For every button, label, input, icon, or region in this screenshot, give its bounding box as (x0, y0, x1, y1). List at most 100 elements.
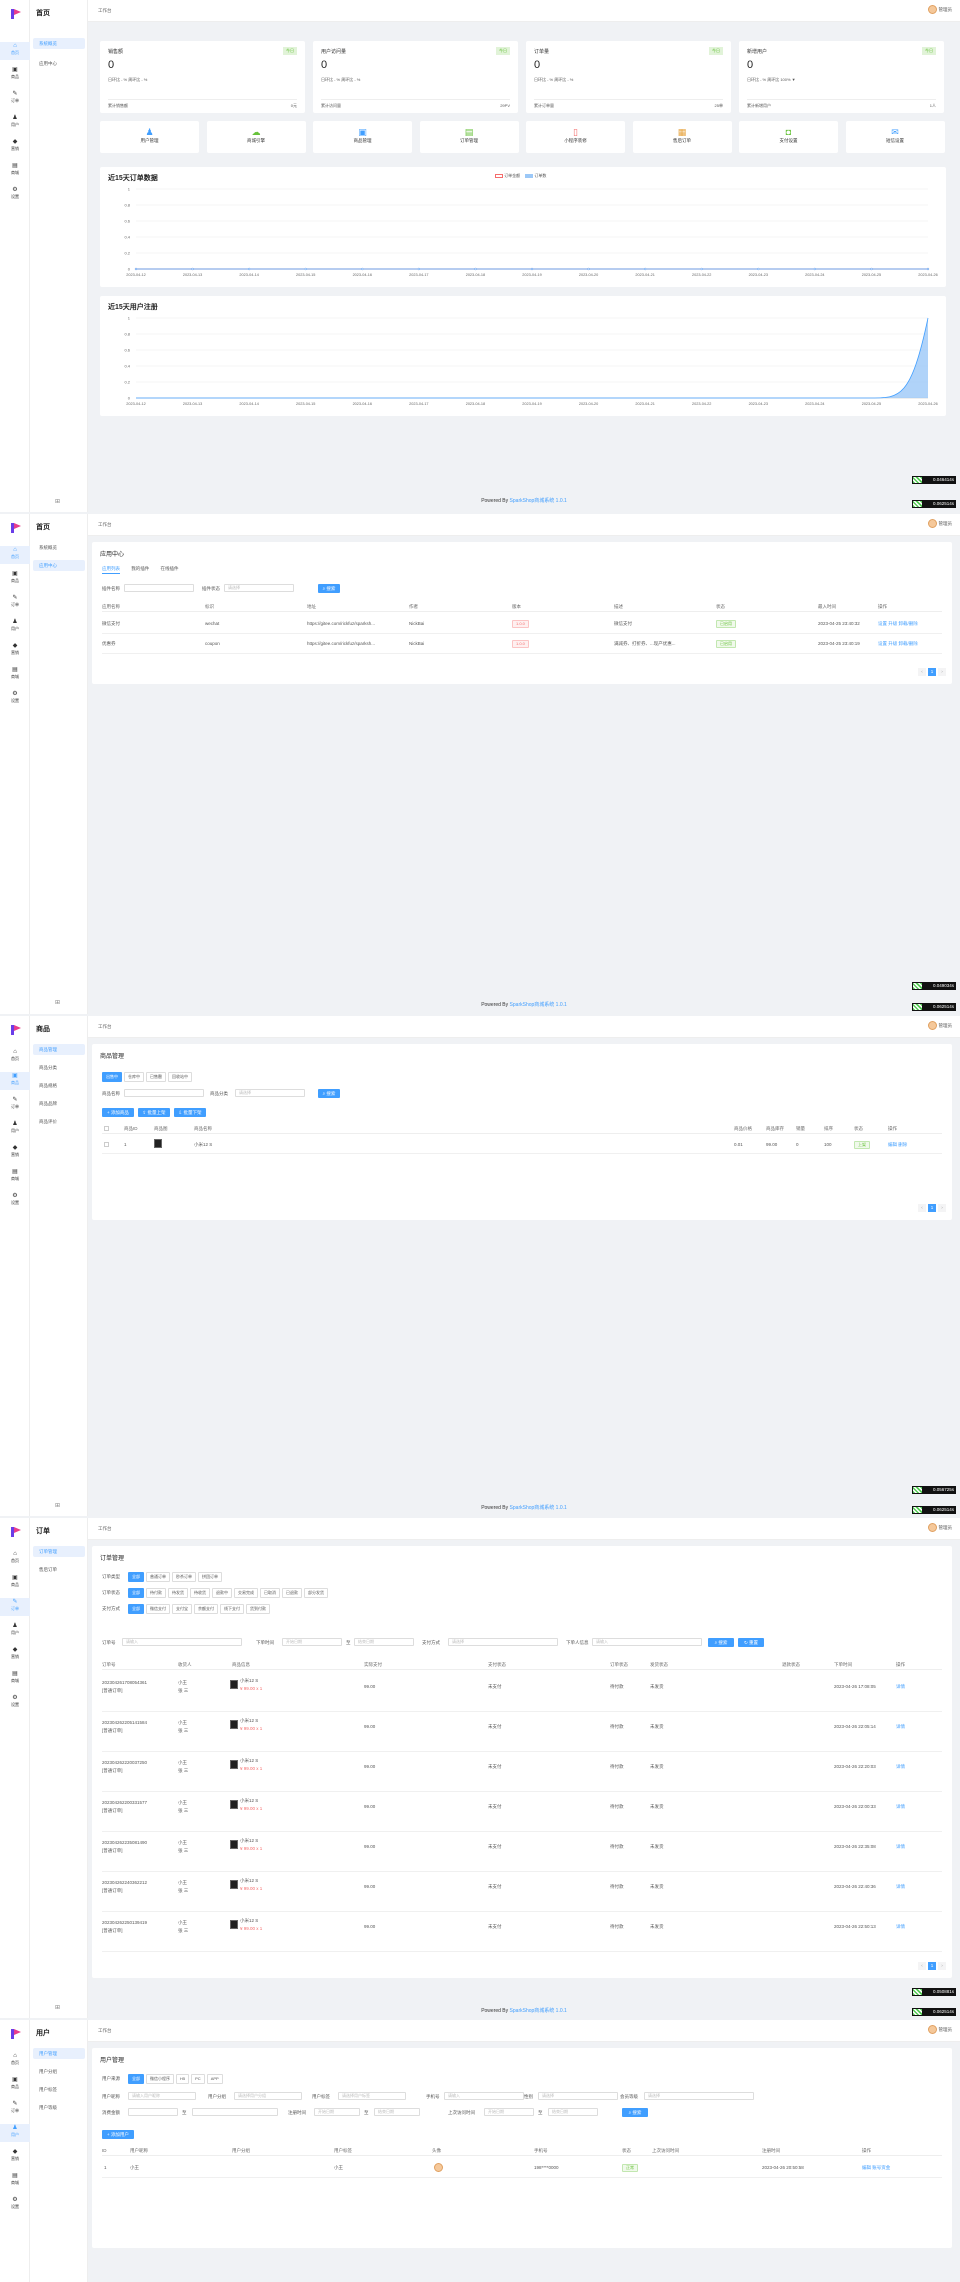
search-button[interactable]: ⌕ 搜索 (318, 584, 340, 593)
tab-my-plugins[interactable]: 我的插件 (131, 566, 149, 573)
sub-item-apps[interactable]: 应用中心 (33, 560, 85, 571)
reg-end-input[interactable]: 结束日期 (374, 2108, 420, 2116)
filter-chip[interactable]: 已取消 (260, 1588, 280, 1598)
nav-home[interactable]: ⌂ 首页 (0, 546, 30, 564)
search-button[interactable]: ⌕ 搜索 (708, 1638, 734, 1647)
sub-item-spec[interactable]: 商品规格 (33, 1080, 85, 1091)
filter-chip[interactable]: 回收站中 (168, 1072, 192, 1082)
order-detail-link[interactable]: 详情 (896, 1924, 905, 1930)
footer-link[interactable]: SparkShop商城系统 1.0.1 (510, 1002, 567, 1008)
add-user-button[interactable]: + 添加用户 (102, 2130, 134, 2139)
nav-home[interactable]: ⌂ 首页 (0, 42, 30, 60)
nav-shop[interactable]: ▤ 商城 (0, 666, 30, 684)
filter-chip[interactable]: 出售中 (102, 1072, 122, 1082)
row-checkbox[interactable] (104, 1142, 109, 1147)
admin-menu[interactable]: 管理员 (927, 519, 952, 528)
pay-method-select[interactable]: 请选择 (448, 1638, 558, 1646)
sub-item-review[interactable]: 商品评价 (33, 1116, 85, 1127)
filter-chip[interactable]: 秒杀订单 (172, 1572, 196, 1582)
filter-chip[interactable]: 货到付款 (246, 1604, 270, 1614)
row-actions[interactable]: 设置 升级 卸载/删除 (878, 621, 918, 627)
nickname-input[interactable]: 请输入用户昵称 (128, 2092, 196, 2100)
filter-chip[interactable]: 全部 (128, 1604, 144, 1614)
nav-goods[interactable]: ▣ 商品 (0, 66, 30, 84)
sub-item-category[interactable]: 商品分类 (33, 1062, 85, 1073)
prev-page-button[interactable]: ‹ (918, 668, 926, 676)
tab-app-list[interactable]: 应用列表 (102, 566, 120, 574)
filter-chip[interactable]: 全部 (128, 2074, 144, 2084)
quick-action-3[interactable]: ▤ 订单管理 (419, 121, 519, 153)
collapse-icon[interactable]: ⊞ (55, 999, 60, 1006)
page-button[interactable]: 1 (928, 1962, 936, 1970)
nav-users[interactable]: ♟ 用户 (0, 2124, 30, 2142)
nav-shop[interactable]: ▤ 商城 (0, 1168, 30, 1186)
end-date-input[interactable]: 结束日期 (354, 1638, 414, 1646)
nav-marketing[interactable]: ◆ 营销 (0, 138, 30, 156)
nav-home[interactable]: ⌂ 首页 (0, 2052, 30, 2070)
start-date-input[interactable]: 开始日期 (282, 1638, 342, 1646)
spend-min-input[interactable] (128, 2108, 178, 2116)
next-page-button[interactable]: › (938, 1962, 946, 1970)
nav-orders[interactable]: ✎ 订单 (0, 2100, 30, 2118)
nav-settings[interactable]: ⚙ 设置 (0, 2196, 30, 2214)
footer-link[interactable]: SparkShop商城系统 1.0.1 (510, 2008, 567, 2014)
order-detail-link[interactable]: 详情 (896, 1684, 905, 1690)
level-select[interactable]: 请选择 (644, 2092, 754, 2100)
filter-chip[interactable]: 拼团订单 (198, 1572, 222, 1582)
footer-link[interactable]: SparkShop商城系统 1.0.1 (510, 498, 567, 504)
page-button[interactable]: 1 (928, 1204, 936, 1212)
filter-chip[interactable]: 待付款 (146, 1588, 166, 1598)
filter-chip[interactable]: 微信小程序 (146, 2074, 174, 2084)
collapse-icon[interactable]: ⊞ (55, 498, 60, 505)
row-actions[interactable]: 编辑 账号资金 (862, 2165, 890, 2171)
nav-orders[interactable]: ✎ 订单 (0, 90, 30, 108)
collapse-icon[interactable]: ⊞ (55, 2004, 60, 2011)
order-detail-link[interactable]: 详情 (896, 1844, 905, 1850)
buyer-input[interactable]: 请输入 (592, 1638, 702, 1646)
nav-orders[interactable]: ✎ 订单 (0, 1598, 30, 1616)
filter-chip[interactable]: 微信支付 (146, 1604, 170, 1614)
tab-online-plugins[interactable]: 在线插件 (161, 566, 179, 573)
nav-orders[interactable]: ✎ 订单 (0, 594, 30, 612)
status-badge[interactable]: 正常 (622, 2164, 638, 2172)
order-detail-link[interactable]: 详情 (896, 1804, 905, 1810)
search-button[interactable]: ⌕ 搜索 (318, 1089, 340, 1098)
admin-menu[interactable]: 管理员 (927, 1523, 952, 1532)
filter-chip[interactable]: 全部 (128, 1588, 144, 1598)
plugin-name-input[interactable] (124, 584, 194, 592)
prev-page-button[interactable]: ‹ (918, 1962, 926, 1970)
nav-goods[interactable]: ▣ 商品 (0, 1072, 30, 1090)
nav-shop[interactable]: ▤ 商城 (0, 162, 30, 180)
phone-input[interactable]: 请输入 (444, 2092, 524, 2100)
nav-users[interactable]: ♟ 用户 (0, 1120, 30, 1138)
sub-item-goods[interactable]: 商品管理 (33, 1044, 85, 1055)
goods-name-input[interactable] (124, 1089, 204, 1097)
sub-item-overview[interactable]: 系统概览 (33, 38, 85, 49)
next-page-button[interactable]: › (938, 668, 946, 676)
filter-chip[interactable]: APP (206, 2074, 223, 2084)
nav-home[interactable]: ⌂ 首页 (0, 1550, 30, 1568)
sub-item-brand[interactable]: 商品品牌 (33, 1098, 85, 1109)
order-no-input[interactable]: 请输入 (122, 1638, 242, 1646)
admin-menu[interactable]: 管理员 (927, 2025, 952, 2034)
quick-action-6[interactable]: ◘ 支付设置 (739, 121, 838, 153)
nav-orders[interactable]: ✎ 订单 (0, 1096, 30, 1114)
filter-chip[interactable]: 全部 (128, 1572, 144, 1582)
reg-start-input[interactable]: 开始日期 (314, 2108, 360, 2116)
batch-off-shelf-button[interactable]: ⇩ 批量下架 (174, 1108, 206, 1117)
nav-settings[interactable]: ⚙ 设置 (0, 1192, 30, 1210)
nav-users[interactable]: ♟ 用户 (0, 618, 30, 636)
nav-home[interactable]: ⌂ 首页 (0, 1048, 30, 1066)
quick-action-4[interactable]: ▯ 小程序装修 (526, 121, 625, 153)
status-badge[interactable]: 上架 (854, 1141, 870, 1149)
quick-action-2[interactable]: ▣ 商品管理 (313, 121, 412, 153)
visit-start-input[interactable]: 开始日期 (484, 2108, 534, 2116)
filter-chip[interactable]: 待发货 (168, 1588, 188, 1598)
search-button[interactable]: ⌕ 搜索 (622, 2108, 648, 2117)
batch-on-shelf-button[interactable]: ⇪ 批量上架 (138, 1108, 170, 1117)
nav-settings[interactable]: ⚙ 设置 (0, 1694, 30, 1712)
plugin-status-select[interactable]: 请选择 (224, 584, 294, 592)
nav-marketing[interactable]: ◆ 营销 (0, 1144, 30, 1162)
nav-marketing[interactable]: ◆ 营销 (0, 642, 30, 660)
nav-goods[interactable]: ▣ 商品 (0, 2076, 30, 2094)
